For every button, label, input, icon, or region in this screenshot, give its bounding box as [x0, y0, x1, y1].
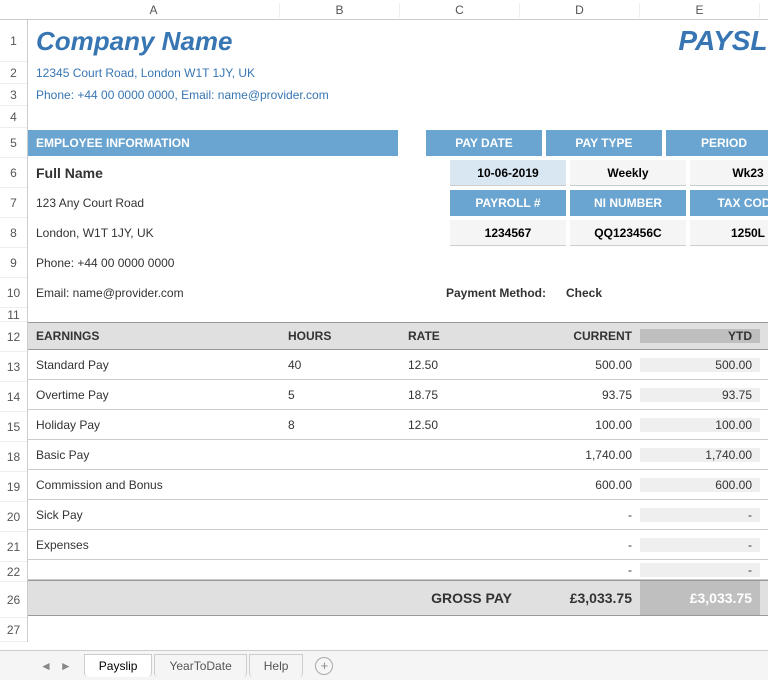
- row-5[interactable]: 5: [0, 128, 27, 158]
- tax-header: TAX CODE: [690, 190, 768, 216]
- employee-email: Email: name@provider.com: [28, 286, 422, 300]
- row-13[interactable]: 13: [0, 352, 27, 382]
- row-6[interactable]: 6: [0, 158, 27, 188]
- row-27[interactable]: 27: [0, 618, 27, 642]
- rate-col: RATE: [400, 329, 520, 343]
- row-7[interactable]: 7: [0, 188, 27, 218]
- company-address: 12345 Court Road, London W1T 1JY, UK: [28, 66, 255, 80]
- tab-yeartodate[interactable]: YearToDate: [154, 654, 246, 677]
- gross-pay-row: GROSS PAY £3,033.75 £3,033.75: [28, 580, 768, 616]
- ni-value: QQ123456C: [570, 220, 686, 246]
- period-header: PERIOD: [666, 130, 768, 156]
- table-row[interactable]: Holiday Pay 8 12.50 100.00 100.00: [28, 410, 768, 440]
- pay-date-value: 10-06-2019: [450, 160, 566, 186]
- ni-header: NI NUMBER: [570, 190, 686, 216]
- plus-icon: +: [321, 658, 329, 673]
- col-e[interactable]: E: [640, 3, 760, 17]
- tab-payslip[interactable]: Payslip: [84, 654, 153, 677]
- column-headers: A B C D E: [0, 0, 768, 20]
- table-row[interactable]: Sick Pay - -: [28, 500, 768, 530]
- pay-type-header: PAY TYPE: [546, 130, 662, 156]
- row-19[interactable]: 19: [0, 472, 27, 502]
- row-26[interactable]: 26: [0, 582, 27, 618]
- gross-pay-label: GROSS PAY: [400, 590, 520, 606]
- col-d[interactable]: D: [520, 3, 640, 17]
- row-21[interactable]: 21: [0, 532, 27, 562]
- row-2[interactable]: 2: [0, 62, 27, 84]
- row-4[interactable]: 4: [0, 106, 27, 128]
- payroll-header: PAYROLL #: [450, 190, 566, 216]
- table-row[interactable]: Commission and Bonus 600.00 600.00: [28, 470, 768, 500]
- prev-sheet-icon[interactable]: ◄: [40, 659, 52, 673]
- row-11[interactable]: 11: [0, 308, 27, 322]
- row-9[interactable]: 9: [0, 248, 27, 278]
- table-row[interactable]: - -: [28, 560, 768, 580]
- row-14[interactable]: 14: [0, 382, 27, 412]
- ytd-col: YTD: [640, 329, 760, 343]
- current-col: CURRENT: [520, 329, 640, 343]
- spreadsheet-grid[interactable]: Company Name PAYSLIP 12345 Court Road, L…: [28, 20, 768, 642]
- col-b[interactable]: B: [280, 3, 400, 17]
- tab-nav-arrows[interactable]: ◄ ►: [40, 659, 72, 673]
- row-12[interactable]: 12: [0, 322, 27, 352]
- tab-help[interactable]: Help: [249, 654, 304, 677]
- row-1[interactable]: 1: [0, 20, 27, 62]
- add-sheet-button[interactable]: +: [315, 657, 333, 675]
- col-a[interactable]: A: [28, 3, 280, 17]
- employee-name: Full Name: [28, 165, 422, 181]
- gross-pay-ytd: £3,033.75: [640, 581, 760, 615]
- next-sheet-icon[interactable]: ►: [60, 659, 72, 673]
- row-10[interactable]: 10: [0, 278, 27, 308]
- tax-value: 1250L: [690, 220, 768, 246]
- table-row[interactable]: Overtime Pay 5 18.75 93.75 93.75: [28, 380, 768, 410]
- row-18[interactable]: 18: [0, 442, 27, 472]
- gross-pay-current: £3,033.75: [520, 590, 640, 606]
- row-22[interactable]: 22: [0, 562, 27, 582]
- period-value: Wk23: [690, 160, 768, 186]
- payment-method-value: Check: [566, 286, 686, 300]
- payroll-value: 1234567: [450, 220, 566, 246]
- table-row[interactable]: Expenses - -: [28, 530, 768, 560]
- payment-method-label: Payment Method:: [446, 286, 566, 300]
- employee-addr1: 123 Any Court Road: [28, 196, 422, 210]
- row-20[interactable]: 20: [0, 502, 27, 532]
- company-contact: Phone: +44 00 0000 0000, Email: name@pro…: [28, 88, 329, 102]
- sheet-tabs: ◄ ► Payslip YearToDate Help +: [0, 650, 768, 680]
- pay-date-header: PAY DATE: [426, 130, 542, 156]
- table-row[interactable]: Standard Pay 40 12.50 500.00 500.00: [28, 350, 768, 380]
- payslip-title: PAYSLIP: [233, 25, 768, 57]
- earnings-header-row: EARNINGS HOURS RATE CURRENT YTD: [28, 322, 768, 350]
- employee-phone: Phone: +44 00 0000 0000: [28, 256, 422, 270]
- employee-addr2: London, W1T 1JY, UK: [28, 226, 422, 240]
- table-row[interactable]: Basic Pay 1,740.00 1,740.00: [28, 440, 768, 470]
- employee-info-header: EMPLOYEE INFORMATION: [28, 130, 398, 156]
- row-numbers: 1 2 3 4 5 6 7 8 9 10 11 12 13 14 15 18 1…: [0, 20, 28, 642]
- pay-type-value: Weekly: [570, 160, 686, 186]
- col-c[interactable]: C: [400, 3, 520, 17]
- earnings-col: EARNINGS: [28, 329, 280, 343]
- row-8[interactable]: 8: [0, 218, 27, 248]
- hours-col: HOURS: [280, 329, 400, 343]
- row-15[interactable]: 15: [0, 412, 27, 442]
- row-3[interactable]: 3: [0, 84, 27, 106]
- company-name: Company Name: [28, 26, 233, 57]
